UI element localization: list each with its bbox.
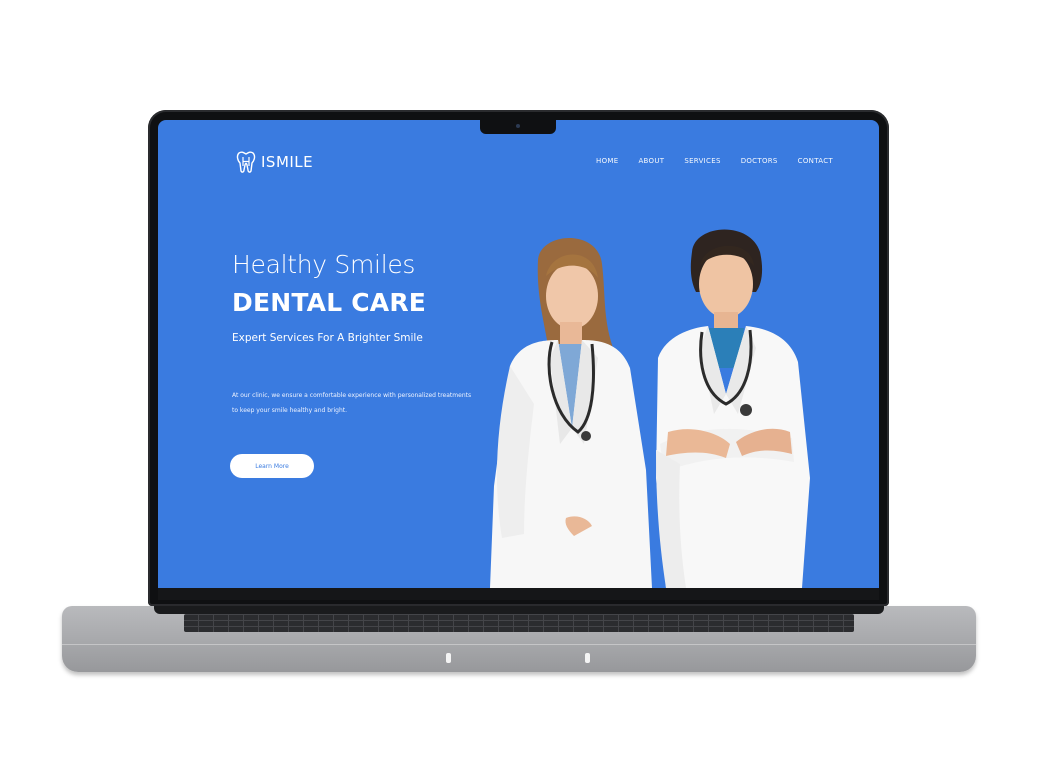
laptop-lid: ISMILE HOME ABOUT SERVICES DOCTORS CONTA… bbox=[148, 110, 889, 606]
nav-services[interactable]: SERVICES bbox=[684, 157, 720, 165]
camera-notch bbox=[480, 120, 556, 134]
doctor-left bbox=[490, 238, 652, 588]
brand-name: ISMILE bbox=[261, 153, 314, 171]
tooth-icon bbox=[236, 150, 256, 174]
laptop-base bbox=[62, 606, 976, 672]
laptop-keyboard bbox=[184, 614, 854, 632]
laptop-base-edge bbox=[62, 644, 976, 645]
doctors-photo bbox=[490, 229, 810, 588]
learn-more-button[interactable]: Learn More bbox=[230, 454, 314, 478]
nav-about[interactable]: ABOUT bbox=[638, 157, 664, 165]
hero-title: DENTAL CARE bbox=[232, 288, 427, 317]
hero-heading: Healthy Smiles bbox=[232, 250, 416, 279]
laptop-foot-right bbox=[585, 653, 590, 663]
main-nav: HOME ABOUT SERVICES DOCTORS CONTACT bbox=[596, 157, 833, 165]
laptop-mockup: ISMILE HOME ABOUT SERVICES DOCTORS CONTA… bbox=[0, 0, 1039, 778]
hero-subtitle: Expert Services For A Brighter Smile bbox=[232, 332, 423, 344]
doctor-right bbox=[656, 229, 810, 588]
hero-description: At our clinic, we ensure a comfortable e… bbox=[232, 392, 472, 414]
laptop-chin bbox=[158, 588, 879, 600]
nav-contact[interactable]: CONTACT bbox=[798, 157, 833, 165]
laptop-hinge bbox=[154, 606, 884, 614]
nav-doctors[interactable]: DOCTORS bbox=[741, 157, 778, 165]
laptop-foot-left bbox=[446, 653, 451, 663]
nav-home[interactable]: HOME bbox=[596, 157, 618, 165]
laptop-screen: ISMILE HOME ABOUT SERVICES DOCTORS CONTA… bbox=[158, 120, 879, 588]
site-logo[interactable]: ISMILE bbox=[236, 150, 313, 174]
camera-icon bbox=[516, 124, 520, 128]
